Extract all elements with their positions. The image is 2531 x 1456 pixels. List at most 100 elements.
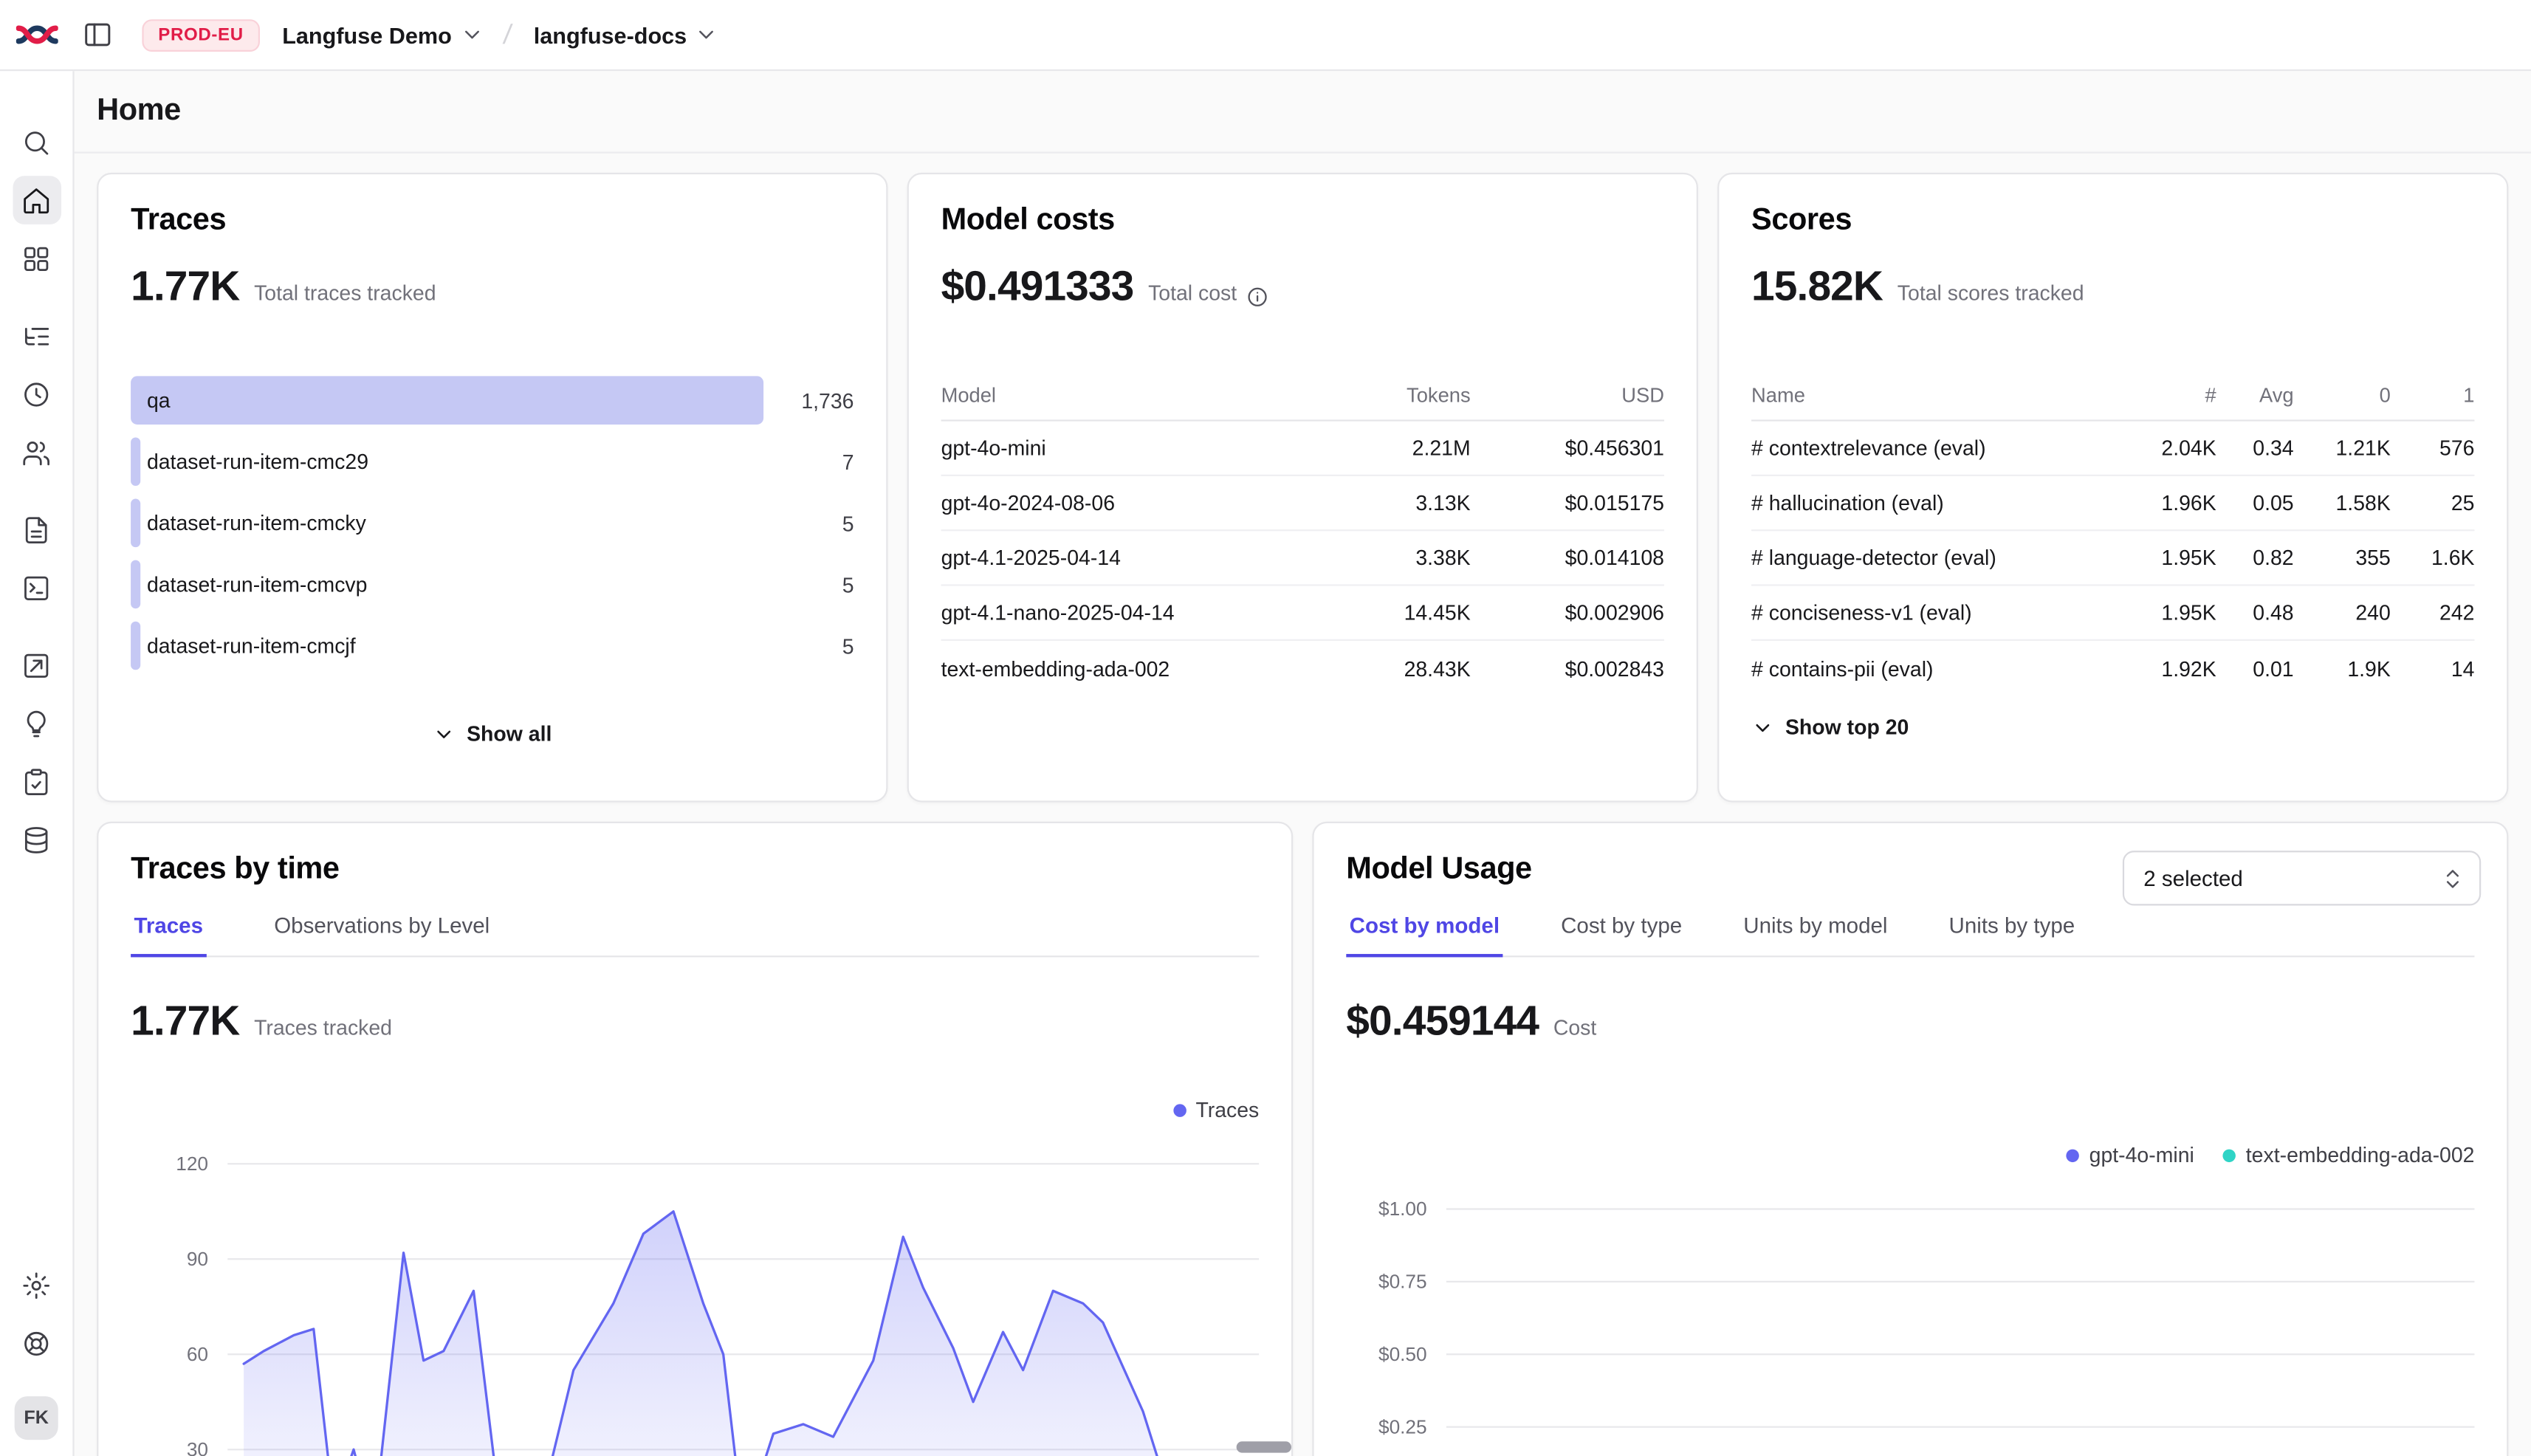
- table-row[interactable]: # contextrelevance (eval)2.04K0.341.21K5…: [1751, 422, 2474, 476]
- trace-bar-row[interactable]: dataset-run-item-cmcvp5: [131, 554, 854, 615]
- trace-bar-row[interactable]: qa1,736: [131, 370, 854, 431]
- column-header: Model: [941, 383, 1317, 406]
- sidebar-item-tracing[interactable]: [12, 312, 61, 360]
- bar-fill: [131, 376, 763, 425]
- sidebar-item-sessions[interactable]: [12, 370, 61, 419]
- table-row[interactable]: gpt-4.1-2025-04-143.38K$0.014108: [941, 531, 1664, 586]
- table-cell-name: # contains-pii (eval): [1751, 656, 2126, 681]
- bar-track: dataset-run-item-cmcvp: [131, 560, 763, 609]
- sidebar-item-search[interactable]: [12, 118, 61, 167]
- table-cell-value: $0.002843: [1471, 656, 1664, 681]
- sidebar-toggle-button[interactable]: [75, 12, 120, 57]
- trace-bar-row[interactable]: dataset-run-item-cmcjf 5: [131, 615, 854, 676]
- environment-badge[interactable]: PROD-EU: [142, 18, 259, 51]
- sidebar-item-datasets[interactable]: [12, 815, 61, 864]
- show-top-20-button[interactable]: Show top 20: [1751, 715, 1909, 739]
- legend-item: text-embedding-ada-002: [2223, 1143, 2474, 1167]
- sidebar-item-users[interactable]: [12, 427, 61, 476]
- model-costs-metric-label: Total cost: [1148, 281, 1237, 305]
- table-row[interactable]: # contains-pii (eval)1.92K0.011.9K14: [1751, 641, 2474, 696]
- horizontal-scrollbar-thumb[interactable]: [1237, 1441, 1291, 1452]
- info-icon[interactable]: [1246, 285, 1269, 308]
- column-header: #: [2126, 383, 2216, 406]
- legend-dot: [1173, 1103, 1186, 1116]
- table-cell-value: 0.05: [2216, 491, 2294, 515]
- svg-text:90: 90: [187, 1248, 208, 1270]
- sidebar-item-evaluation[interactable]: [12, 641, 61, 690]
- bar-track: dataset-run-item-cmcjf: [131, 622, 763, 670]
- table-cell-value: 25: [2391, 491, 2475, 515]
- table-row[interactable]: gpt-4.1-nano-2025-04-1414.45K$0.002906: [941, 586, 1664, 641]
- chevron-down-icon: [1751, 716, 1774, 739]
- model-usage-tabs: Cost by model Cost by type Units by model U…: [1346, 904, 2474, 957]
- traces-by-time-title: Traces by time: [131, 852, 1259, 887]
- show-all-button[interactable]: Show all: [433, 721, 552, 746]
- sidebar-bottom: FK: [12, 1260, 61, 1456]
- tab-traces[interactable]: Traces: [131, 904, 206, 957]
- table-cell-value: 3.38K: [1317, 546, 1471, 570]
- bar-fill: [131, 622, 140, 670]
- table-cell-name: text-embedding-ada-002: [941, 656, 1317, 681]
- table-cell-name: # contextrelevance (eval): [1751, 436, 2126, 460]
- project-switcher[interactable]: langfuse-docs: [534, 22, 719, 48]
- model-costs-metric-value: $0.491333: [941, 261, 1134, 312]
- svg-text:30: 30: [187, 1438, 208, 1456]
- tab-units-by-model[interactable]: Units by model: [1740, 904, 1891, 955]
- table-cell-name: gpt-4o-2024-08-06: [941, 491, 1317, 515]
- table-row[interactable]: # conciseness-v1 (eval)1.95K0.48240242: [1751, 586, 2474, 641]
- bar-fill: [131, 560, 140, 609]
- bar-value: 5: [763, 633, 854, 658]
- sidebar-item-home[interactable]: [12, 176, 61, 224]
- table-header-row: ModelTokensUSD: [941, 370, 1664, 422]
- table-cell-value: 1.95K: [2126, 546, 2216, 570]
- table-cell-value: 0.48: [2216, 600, 2294, 625]
- sidebar-item-dashboards[interactable]: [12, 234, 61, 283]
- langfuse-logo[interactable]: [0, 21, 75, 48]
- top-header: PROD-EU Langfuse Demo / langfuse-docs: [0, 0, 2531, 71]
- traces-by-time-metric-label: Traces tracked: [254, 1015, 392, 1040]
- table-cell-value: 0.34: [2216, 436, 2294, 460]
- model-select[interactable]: 2 selected: [2123, 851, 2481, 905]
- table-cell-value: $0.015175: [1471, 491, 1664, 515]
- bar-value: 7: [763, 450, 854, 474]
- table-header-row: Name#Avg01: [1751, 370, 2474, 422]
- tab-units-by-type[interactable]: Units by type: [1946, 904, 2078, 955]
- avatar[interactable]: FK: [15, 1396, 58, 1440]
- tab-cost-by-type[interactable]: Cost by type: [1558, 904, 1686, 955]
- table-row[interactable]: gpt-4o-mini2.21M$0.456301: [941, 422, 1664, 476]
- org-switcher[interactable]: Langfuse Demo: [282, 22, 484, 48]
- sidebar-item-prompts[interactable]: [12, 505, 61, 554]
- trace-bar-row[interactable]: dataset-run-item-cmcky5: [131, 492, 854, 554]
- table-row[interactable]: gpt-4o-2024-08-063.13K$0.015175: [941, 476, 1664, 531]
- langfuse-logo-icon: [16, 21, 58, 48]
- trace-bar-row[interactable]: dataset-run-item-cmc297: [131, 431, 854, 492]
- bar-label: dataset-run-item-cmcjf: [147, 633, 356, 658]
- legend-item: Traces: [1173, 1098, 1259, 1122]
- table-cell-value: $0.002906: [1471, 600, 1664, 625]
- table-cell-value: 2.21M: [1317, 436, 1471, 460]
- bar-label: dataset-run-item-cmcvp: [147, 572, 368, 597]
- table-cell-value: 1.95K: [2126, 600, 2216, 625]
- table-cell-value: 1.58K: [2294, 491, 2391, 515]
- sidebar-item-settings[interactable]: [12, 1260, 61, 1309]
- svg-text:$0.25: $0.25: [1378, 1415, 1427, 1438]
- sidebar-item-annotation[interactable]: [12, 699, 61, 748]
- table-row[interactable]: text-embedding-ada-00228.43K$0.002843: [941, 641, 1664, 696]
- evaluation-icon: [21, 650, 52, 681]
- tab-cost-by-model[interactable]: Cost by model: [1346, 904, 1503, 957]
- sidebar-item-scores[interactable]: [12, 757, 61, 806]
- legend-label: Traces: [1195, 1098, 1259, 1122]
- dashboards-icon: [21, 243, 52, 274]
- table-cell-value: 14: [2391, 656, 2475, 681]
- table-cell-value: 240: [2294, 600, 2391, 625]
- annotation-icon: [21, 708, 52, 739]
- sidebar-item-support[interactable]: [12, 1319, 61, 1367]
- page-header: Home: [75, 71, 2531, 153]
- model-usage-card: Model Usage 2 selected Cost by modelCost…: [1312, 822, 2508, 1456]
- table-row[interactable]: # hallucination (eval)1.96K0.051.58K25: [1751, 476, 2474, 531]
- sidebar-item-playground[interactable]: [12, 563, 61, 612]
- show-all-label: Show all: [467, 721, 552, 746]
- table-row[interactable]: # language-detector (eval)1.95K0.823551.…: [1751, 531, 2474, 586]
- model-select-value: 2 selected: [2143, 866, 2243, 890]
- tab-observations-by-level[interactable]: Observations by Level: [271, 904, 493, 955]
